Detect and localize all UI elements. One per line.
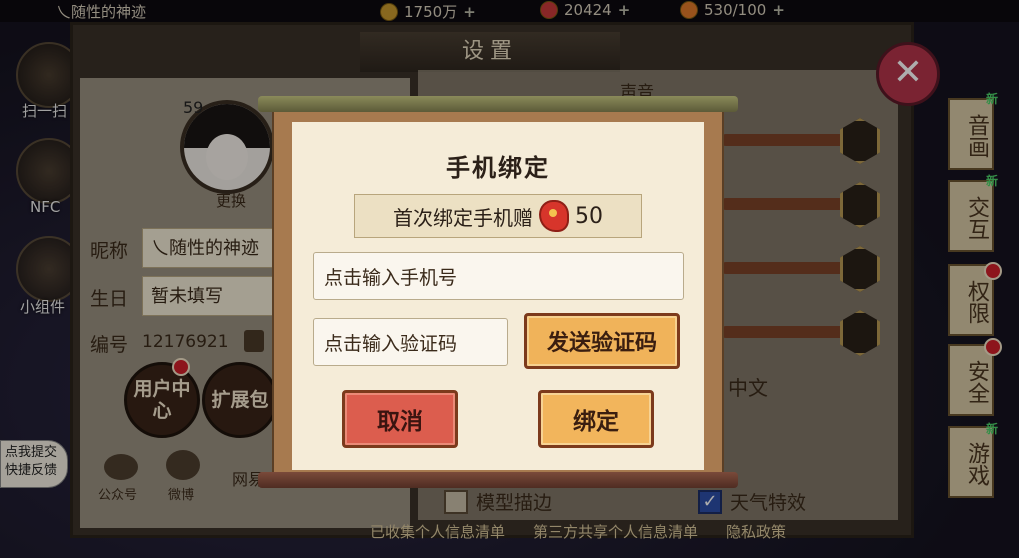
cancel-button[interactable]: 取消	[342, 390, 458, 448]
verification-code-input[interactable]: 点击输入验证码	[313, 318, 508, 366]
phone-number-input[interactable]: 点击输入手机号	[313, 252, 684, 300]
reward-banner: 首次绑定手机赠 50	[354, 194, 642, 238]
koi-fish-icon	[539, 200, 569, 232]
bind-button[interactable]: 绑定	[538, 390, 654, 448]
scroll-bottom-rod	[258, 472, 738, 488]
send-code-button[interactable]: 发送验证码	[524, 313, 680, 369]
reward-text: 首次绑定手机赠	[393, 205, 533, 230]
dialog-title: 手机绑定	[446, 154, 550, 182]
scroll-top-rod	[258, 96, 738, 112]
reward-amount: 50	[575, 203, 603, 229]
